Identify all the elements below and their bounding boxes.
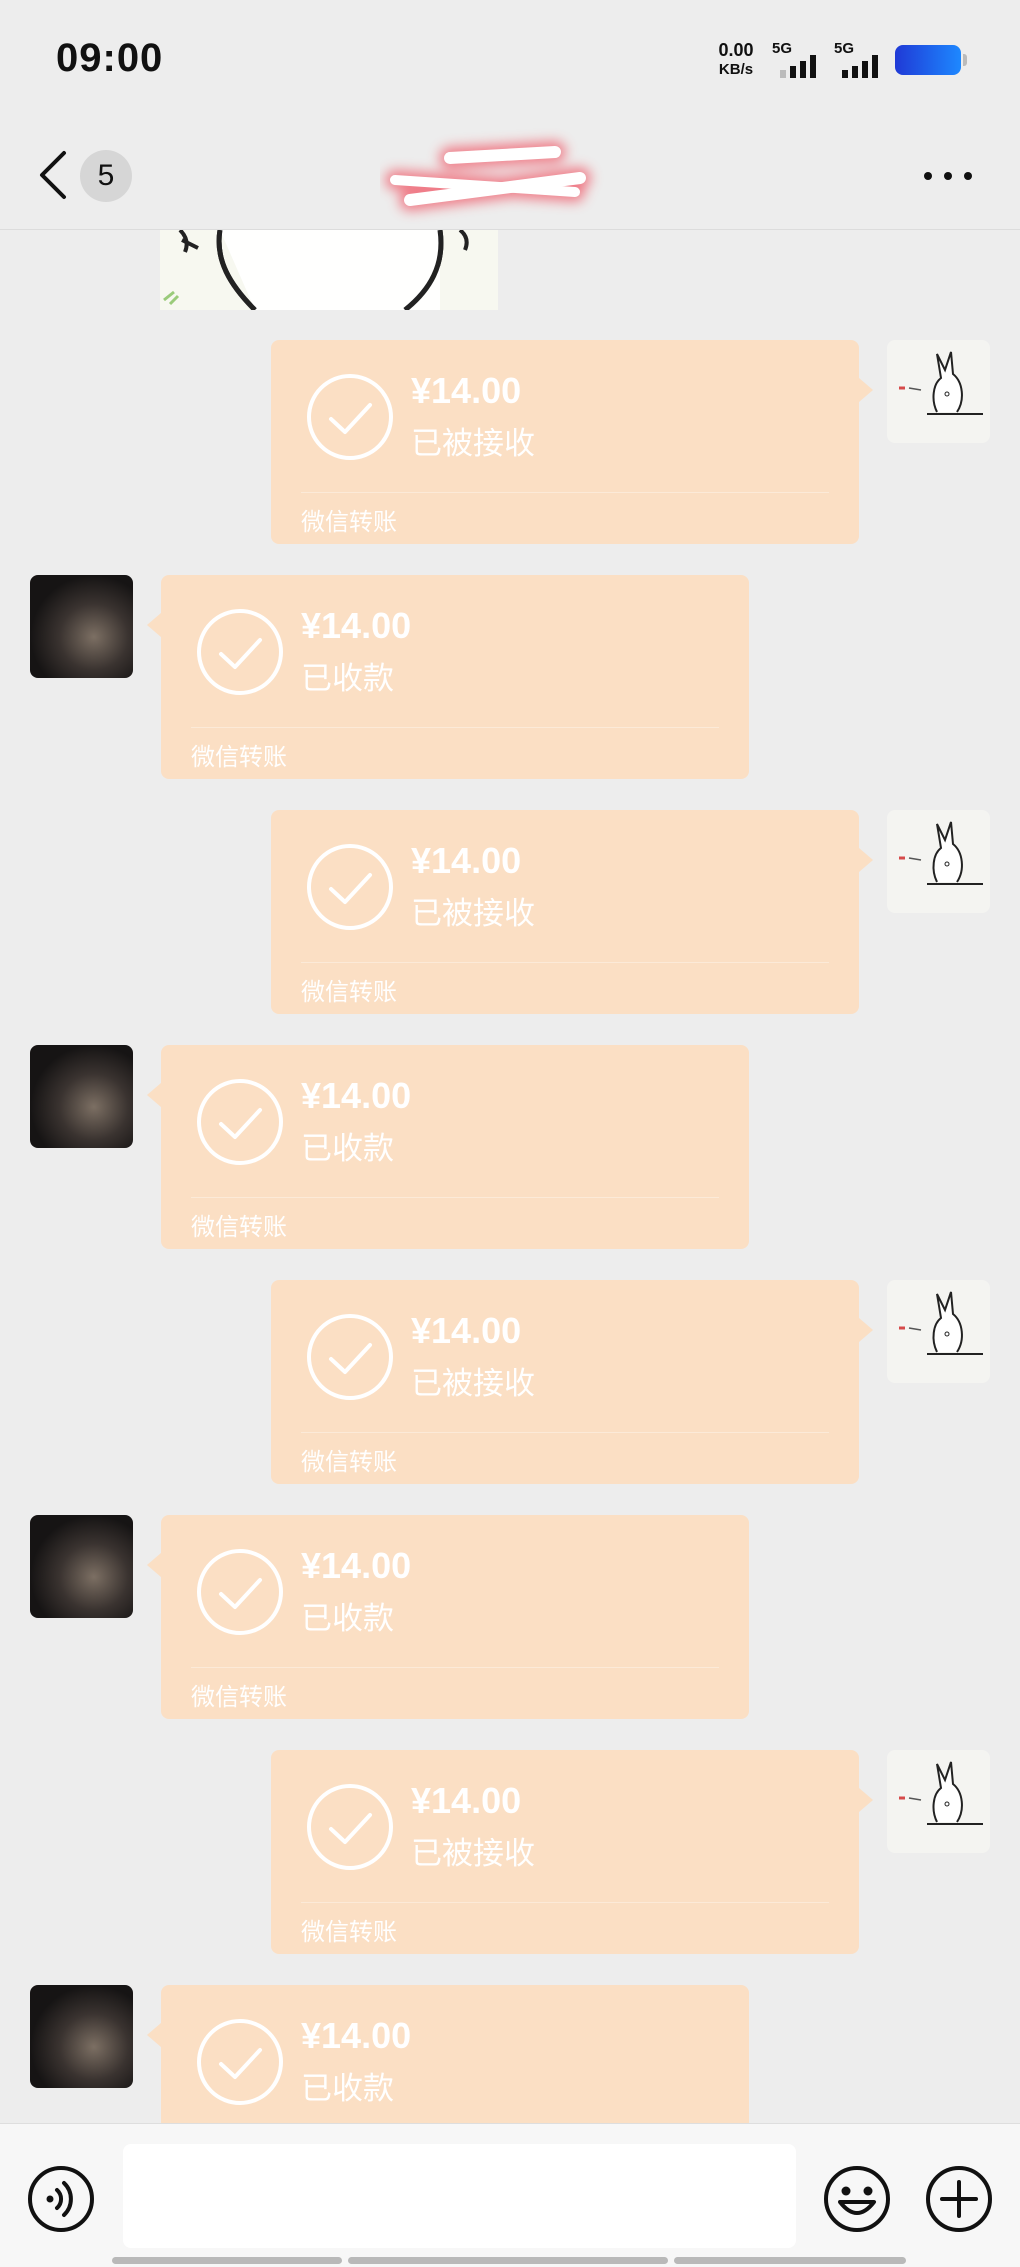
- message-input[interactable]: [123, 2144, 796, 2248]
- transfer-status: 已被接收: [411, 1366, 535, 1402]
- transfer-amount: ¥14.00: [411, 840, 522, 881]
- my-avatar[interactable]: [887, 1280, 990, 1383]
- transfer-card[interactable]: ¥14.00 已收款: [147, 1985, 749, 2123]
- transfer-amount: ¥14.00: [411, 1780, 522, 1821]
- transfer-card[interactable]: ¥14.00 已收款微信转账: [147, 1045, 749, 1249]
- message-row: ¥14.00 已被接收微信转账: [0, 810, 1020, 1014]
- transfer-card[interactable]: ¥14.00 已被接收微信转账: [271, 340, 873, 544]
- my-avatar[interactable]: [887, 810, 990, 913]
- home-indicator-segment: [348, 2257, 668, 2264]
- unread-count-badge[interactable]: 5: [80, 150, 132, 202]
- check-circle-icon: [307, 844, 393, 930]
- signal-bars-icon: [780, 55, 816, 78]
- card-divider: [301, 1432, 829, 1433]
- message-row: ¥14.00 已被接收微信转账: [0, 1280, 1020, 1484]
- contact-avatar[interactable]: [30, 575, 133, 678]
- transfer-status: 已被接收: [411, 1836, 535, 1872]
- network-speed: 0.00 KB/s: [712, 40, 760, 80]
- transfer-label: 微信转账: [301, 1918, 397, 1946]
- transfer-amount: ¥14.00: [301, 1545, 412, 1586]
- transfer-card[interactable]: ¥14.00 已被接收微信转账: [271, 1280, 873, 1484]
- check-circle-icon: [197, 609, 283, 695]
- message-row: ¥14.00 已收款: [0, 1985, 1020, 2123]
- contact-avatar[interactable]: [30, 1985, 133, 2088]
- my-avatar[interactable]: [887, 1750, 990, 1853]
- card-divider: [191, 727, 719, 728]
- contact-avatar[interactable]: [30, 1045, 133, 1148]
- transfer-label: 微信转账: [301, 1448, 397, 1476]
- check-circle-icon: [307, 374, 393, 460]
- message-row: ¥14.00 已被接收微信转账: [0, 340, 1020, 544]
- sticker-image[interactable]: [160, 230, 498, 310]
- network-speed-unit: KB/s: [718, 61, 754, 78]
- battery-icon: [895, 45, 967, 75]
- transfer-amount: ¥14.00: [301, 2015, 412, 2056]
- transfer-status: 已收款: [301, 1131, 394, 1167]
- transfer-status: 已收款: [301, 2071, 394, 2107]
- cartoon-sticker-fragment: [163, 230, 469, 310]
- plus-icon[interactable]: [924, 2164, 994, 2234]
- card-divider: [301, 1902, 829, 1903]
- check-circle-icon: [307, 1314, 393, 1400]
- signal-1: 5G: [772, 40, 832, 80]
- transfer-status: 已收款: [301, 1601, 394, 1637]
- transfer-label: 微信转账: [301, 508, 397, 536]
- rabbit-avatar-drawing: [899, 1291, 983, 1355]
- chat-message-list[interactable]: ¥14.00 已被接收 微信转账 ¥14.00 已收款 微信转账 ¥14.00 已被接收 微信转…: [0, 230, 1020, 2123]
- transfer-status: 已被接收: [411, 426, 535, 462]
- transfer-amount: ¥14.00: [411, 1310, 522, 1351]
- back-chevron-icon[interactable]: [36, 147, 72, 203]
- my-avatar[interactable]: [887, 340, 990, 443]
- network-speed-value: 0.00: [718, 40, 754, 60]
- check-circle-icon: [197, 2019, 283, 2105]
- signal-2: 5G: [834, 40, 894, 80]
- transfer-label: 微信转账: [191, 1213, 287, 1241]
- input-bar: [0, 2123, 1020, 2267]
- message-row: ¥14.00 已收款微信转账: [0, 1045, 1020, 1249]
- transfer-status: 已被接收: [411, 896, 535, 932]
- transfer-amount: ¥14.00: [301, 605, 412, 646]
- card-divider: [191, 1667, 719, 1668]
- chat-header: 5: [0, 120, 1020, 230]
- check-circle-icon: [307, 1784, 393, 1870]
- status-time: 09:00: [56, 36, 164, 80]
- home-indicator-segment: [112, 2257, 342, 2264]
- rabbit-avatar-drawing: [899, 821, 983, 885]
- rabbit-avatar-drawing: [899, 351, 983, 415]
- voice-icon[interactable]: [26, 2164, 96, 2234]
- home-indicator-segment: [674, 2257, 906, 2264]
- check-circle-icon: [197, 1079, 283, 1165]
- transfer-card[interactable]: ¥14.00 已收款微信转账: [147, 1515, 749, 1719]
- transfer-amount: ¥14.00: [301, 1075, 412, 1116]
- status-bar: 09:00 0.00 KB/s 5G 5G: [0, 0, 1020, 120]
- rabbit-avatar-drawing: [899, 1761, 983, 1825]
- message-row: ¥14.00 已收款微信转账: [0, 1515, 1020, 1719]
- transfer-amount: ¥14.00: [411, 370, 522, 411]
- emoji-icon[interactable]: [822, 2164, 892, 2234]
- transfer-label: 微信转账: [191, 1683, 287, 1711]
- transfer-label: 微信转账: [191, 743, 287, 771]
- card-divider: [191, 1197, 719, 1198]
- transfer-card[interactable]: ¥14.00 已被接收微信转账: [271, 1750, 873, 1954]
- card-divider: [301, 962, 829, 963]
- message-row: ¥14.00 已收款微信转账: [0, 575, 1020, 779]
- more-dots-icon[interactable]: [920, 168, 976, 184]
- transfer-card[interactable]: ¥14.00 已被接收微信转账: [271, 810, 873, 1014]
- card-divider: [301, 492, 829, 493]
- contact-avatar[interactable]: [30, 1515, 133, 1618]
- transfer-label: 微信转账: [301, 978, 397, 1006]
- obscured-chat-title: [385, 141, 591, 211]
- transfer-status: 已收款: [301, 661, 394, 697]
- message-row: ¥14.00 已被接收微信转账: [0, 1750, 1020, 1954]
- signal-bars-icon: [842, 55, 878, 78]
- transfer-card[interactable]: ¥14.00 已收款微信转账: [147, 575, 749, 779]
- check-circle-icon: [197, 1549, 283, 1635]
